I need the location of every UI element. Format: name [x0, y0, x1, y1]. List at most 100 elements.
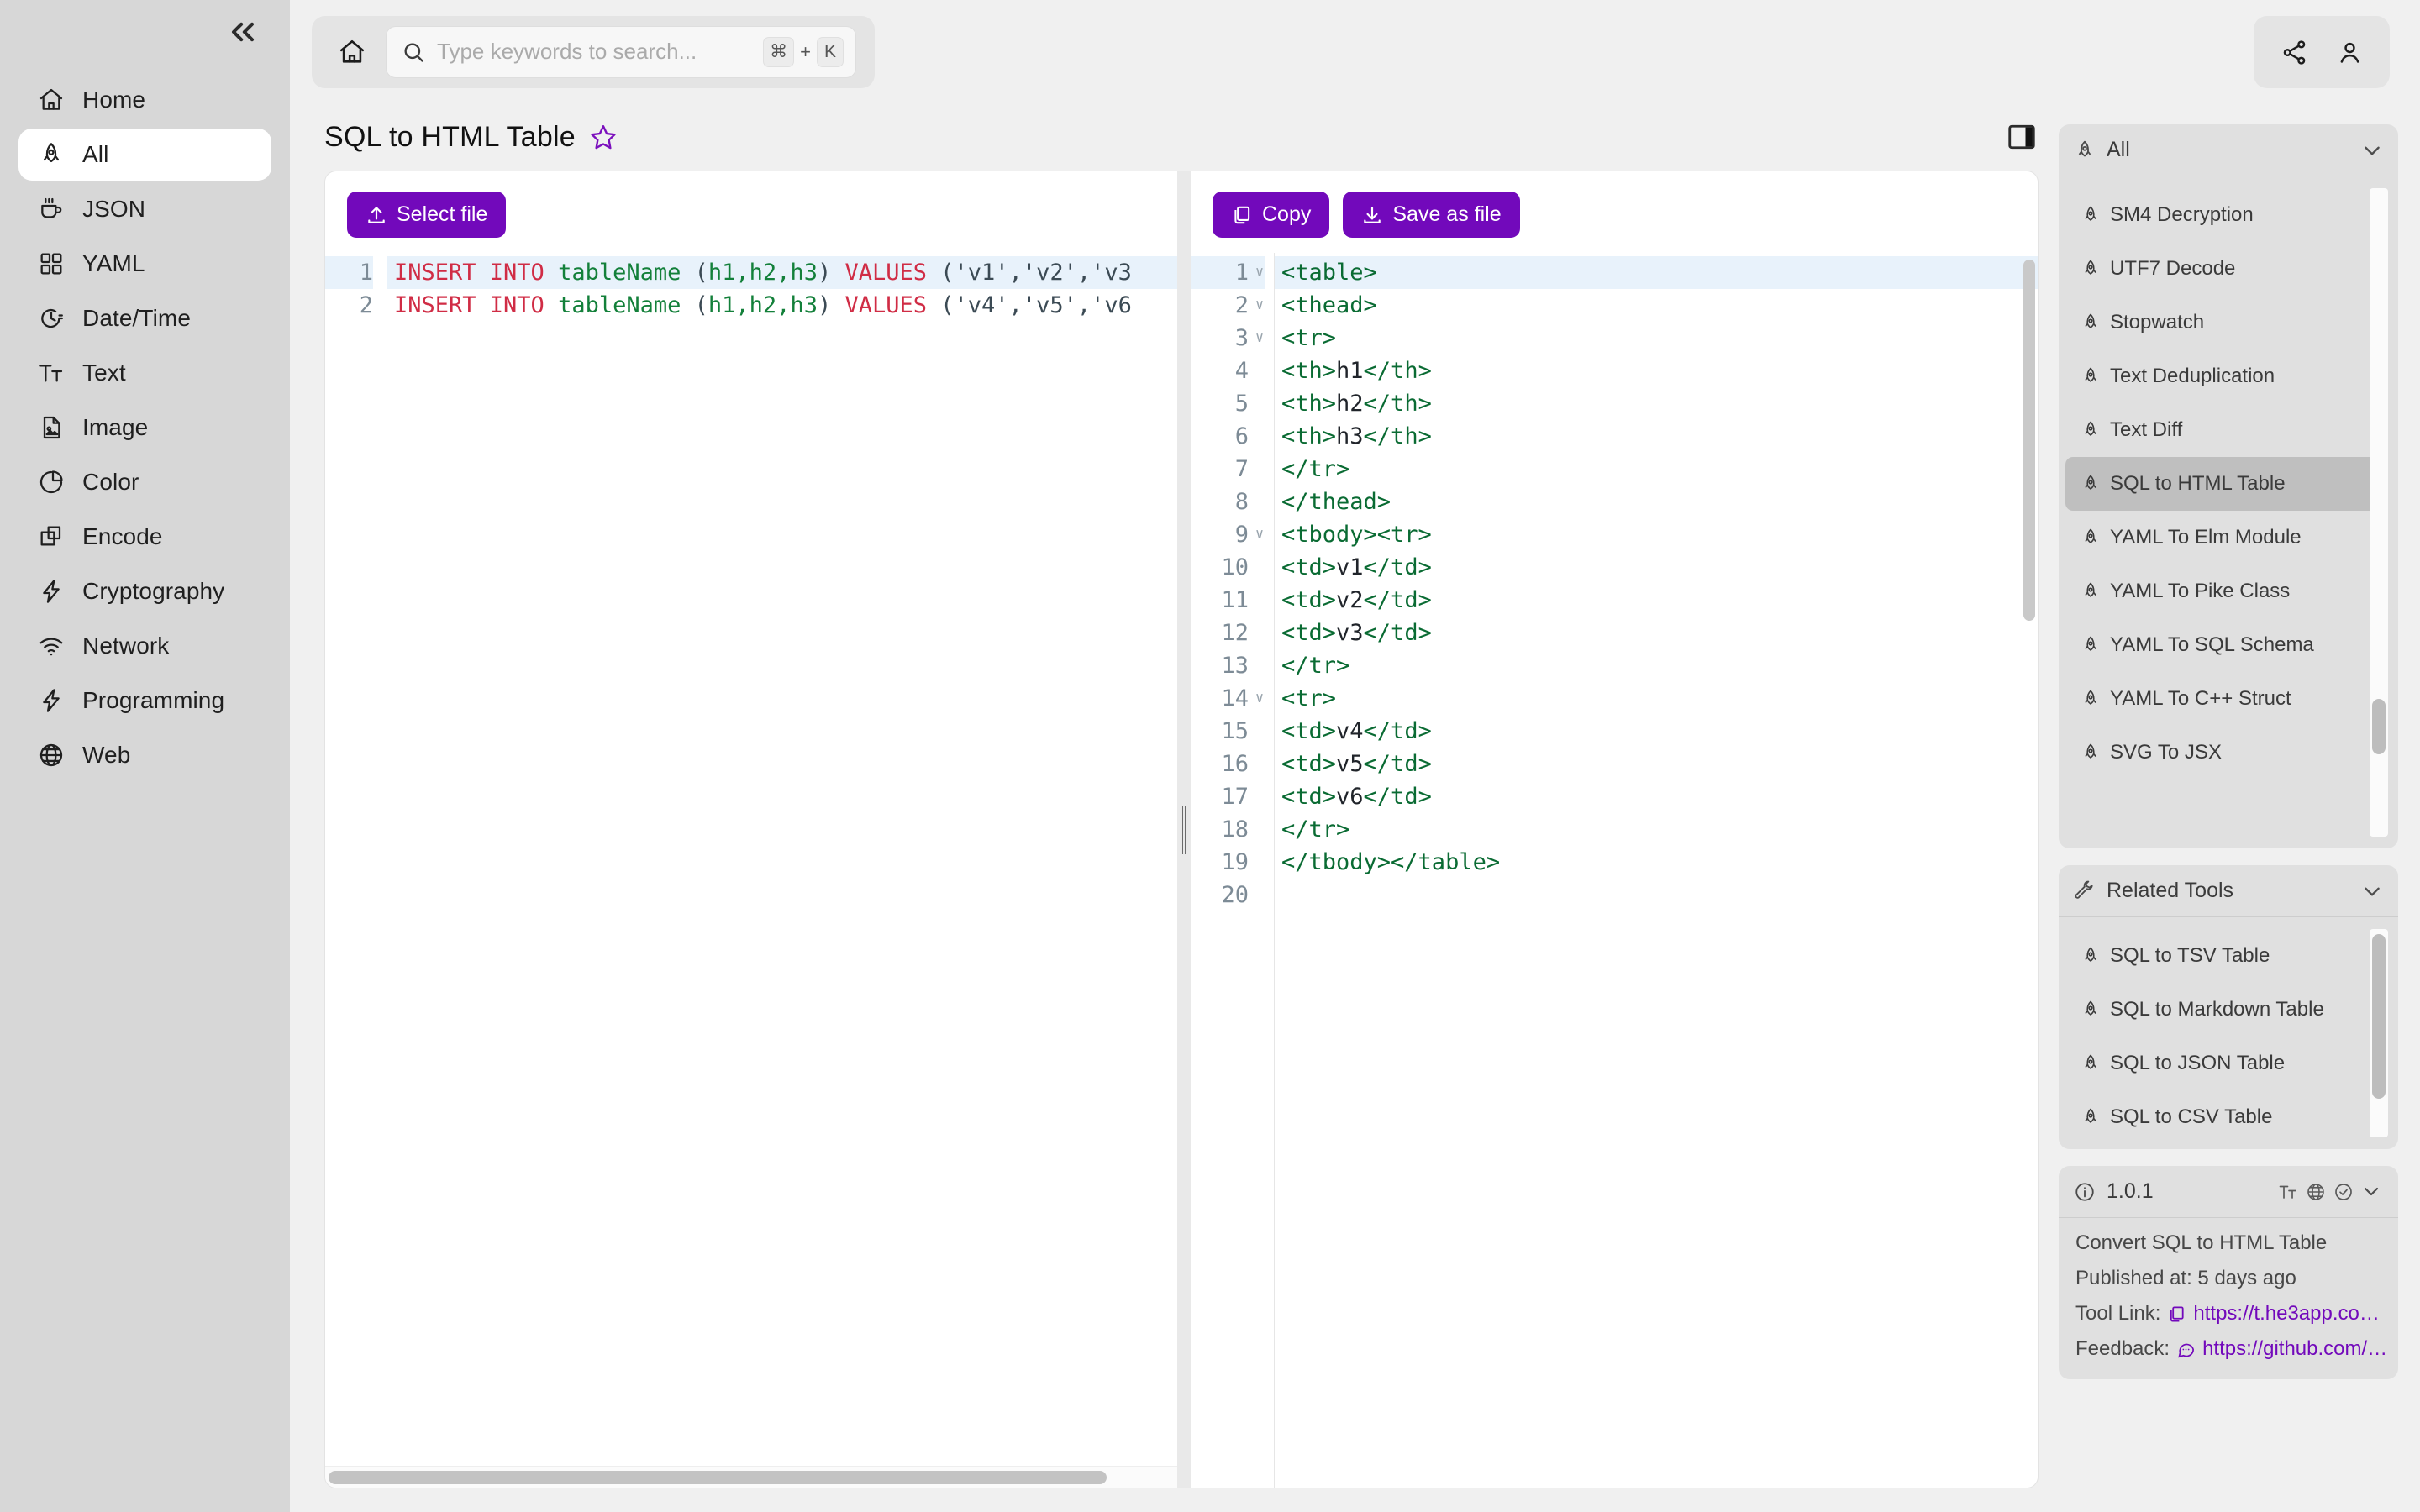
code-line[interactable]: <th>h1</th>	[1281, 354, 2038, 387]
share-button[interactable]	[2272, 30, 2316, 74]
all-tools-scrollbar[interactable]	[2370, 188, 2388, 837]
search-box[interactable]: ⌘ + K	[386, 25, 856, 78]
tool-list-item[interactable]: YAML To Pike Class	[2065, 564, 2383, 618]
search-input[interactable]	[437, 39, 752, 65]
save-as-file-label: Save as file	[1392, 202, 1502, 226]
tool-list-item[interactable]: Stopwatch	[2065, 296, 2383, 349]
all-tools-panel-header[interactable]: All	[2059, 124, 2398, 176]
sidebar-item-color[interactable]: Color	[18, 456, 271, 508]
chevron-down-icon[interactable]	[2361, 1181, 2383, 1203]
output-vertical-scrollbar[interactable]	[2023, 260, 2035, 1452]
input-code-lines[interactable]: INSERT INTO tableName (h1,h2,h3) VALUES …	[387, 253, 1177, 1466]
sidebar-item-encode[interactable]: Encode	[18, 511, 271, 563]
output-code-area[interactable]: 1 ∨ 2 ∨ 3 ∨ 4 5 6 7 8 9 ∨ 10 11 12 13 14 ∨ 15 16 17 18 19 20 <ta…	[1191, 253, 2038, 1488]
line-number-text: 18	[1221, 816, 1249, 843]
code-line[interactable]: </tr>	[1281, 813, 2038, 846]
code-line[interactable]: </thead>	[1281, 486, 2038, 518]
code-line[interactable]: <tbody><tr>	[1281, 518, 2038, 551]
code-line[interactable]: INSERT INTO tableName (h1,h2,h3) VALUES …	[387, 256, 1177, 289]
fold-chevron-icon[interactable]: ∨	[1254, 682, 1265, 715]
tool-list-item[interactable]: YAML To SQL Schema	[2065, 618, 2383, 672]
code-line[interactable]: </tr>	[1281, 453, 2038, 486]
tool-list-item[interactable]: SQL to JSON Table	[2065, 1037, 2383, 1090]
sidebar-collapse-button[interactable]	[224, 15, 261, 49]
check-circle-icon[interactable]	[2333, 1182, 2354, 1202]
code-token: <td>	[1281, 587, 1337, 613]
code-line[interactable]: <tr>	[1281, 322, 2038, 354]
tool-list-item[interactable]: Text Diff	[2065, 403, 2383, 457]
tool-list-item[interactable]: SM4 Decryption	[2065, 188, 2383, 242]
all-tools-scroll-thumb[interactable]	[2372, 699, 2386, 754]
sidebar-item-yaml[interactable]: YAML	[18, 238, 271, 290]
sidebar-item-programming[interactable]: Programming	[18, 675, 271, 727]
globe-icon[interactable]	[2306, 1182, 2326, 1202]
code-line[interactable]: <td>v4</td>	[1281, 715, 2038, 748]
sidebar-item-label: Color	[82, 469, 139, 495]
code-line[interactable]: <td>v2</td>	[1281, 584, 2038, 617]
input-code-area[interactable]: 12 INSERT INTO tableName (h1,h2,h3) VALU…	[325, 253, 1177, 1466]
tool-list-item[interactable]: UTF7 Decode	[2065, 242, 2383, 296]
feedback-link[interactable]: https://github.com/…	[2176, 1337, 2387, 1361]
kbd-letter: K	[817, 36, 844, 67]
account-button[interactable]	[2328, 30, 2371, 74]
tool-list-item[interactable]: Text Deduplication	[2065, 349, 2383, 403]
copy-button[interactable]: Copy	[1213, 192, 1330, 238]
fold-chevron-icon[interactable]: ∨	[1254, 518, 1265, 551]
sidebar-item-web[interactable]: Web	[18, 729, 271, 781]
input-horizontal-scrollbar[interactable]	[325, 1466, 1177, 1488]
code-token: <tr>	[1281, 325, 1337, 351]
code-line[interactable]: <td>v1</td>	[1281, 551, 2038, 584]
sidebar-item-date-time[interactable]: Date/Time	[18, 292, 271, 344]
pane-resize-handle[interactable]	[1177, 171, 1191, 1488]
tool-list-item[interactable]: YAML To Elm Module	[2065, 511, 2383, 564]
save-as-file-button[interactable]: Save as file	[1343, 192, 1520, 238]
code-line[interactable]: <tr>	[1281, 682, 2038, 715]
code-line[interactable]: <th>h2</th>	[1281, 387, 2038, 420]
code-line[interactable]	[1281, 879, 2038, 911]
related-tools-scroll-thumb[interactable]	[2372, 934, 2386, 1099]
related-tools-panel-header[interactable]: Related Tools	[2059, 865, 2398, 917]
sidebar-item-image[interactable]: Image	[18, 402, 271, 454]
fold-chevron-icon[interactable]: ∨	[1254, 256, 1265, 289]
select-file-button[interactable]: Select file	[347, 192, 507, 238]
code-token: tableName	[558, 292, 695, 318]
code-line[interactable]: <table>	[1275, 256, 2038, 289]
tool-list-item[interactable]: SVG To JSX	[2065, 726, 2383, 780]
output-code-lines[interactable]: <table> <thead> <tr> <th>h1</th> <th>h2</th>…	[1275, 253, 2038, 1488]
sidebar-item-json[interactable]: JSON	[18, 183, 271, 235]
tool-list-item[interactable]: YAML To C++ Struct	[2065, 672, 2383, 726]
input-hscroll-thumb[interactable]	[329, 1470, 1107, 1484]
chevron-down-icon[interactable]	[2361, 139, 2383, 161]
sidebar-nav: Home All JSON YAML Date/Time Text Image Color En…	[0, 74, 290, 781]
code-line[interactable]: <td>v5</td>	[1281, 748, 2038, 780]
tool-link[interactable]: https://t.he3app.co…	[2167, 1302, 2380, 1326]
code-line[interactable]: <th>h3</th>	[1281, 420, 2038, 453]
sidebar-item-network[interactable]: Network	[18, 620, 271, 672]
tool-list-item[interactable]: SQL to CSV Table	[2065, 1090, 2383, 1144]
star-icon[interactable]	[589, 123, 618, 151]
sidebar-item-all[interactable]: All	[18, 129, 271, 181]
text-format-icon[interactable]	[2278, 1182, 2298, 1202]
related-tools-scrollbar[interactable]	[2370, 929, 2388, 1137]
output-vscroll-thumb[interactable]	[2023, 260, 2035, 621]
code-line[interactable]: </tbody></table>	[1281, 846, 2038, 879]
code-line[interactable]: <td>v6</td>	[1281, 780, 2038, 813]
tool-list-item[interactable]: SQL to HTML Table	[2065, 457, 2383, 511]
tool-info-panel-header[interactable]: 1.0.1	[2059, 1166, 2398, 1218]
code-line[interactable]: <td>v3</td>	[1281, 617, 2038, 649]
chevron-down-icon[interactable]	[2361, 880, 2383, 902]
sidebar-item-text[interactable]: Text	[18, 347, 271, 399]
code-line[interactable]: </tr>	[1281, 649, 2038, 682]
tool-list-item[interactable]: SQL to TSV Table	[2065, 929, 2383, 983]
code-line[interactable]: INSERT INTO tableName (h1,h2,h3) VALUES …	[394, 289, 1177, 322]
fold-chevron-icon[interactable]: ∨	[1254, 322, 1265, 354]
left-sidebar: Home All JSON YAML Date/Time Text Image Color En…	[0, 0, 290, 1512]
fold-chevron-icon[interactable]: ∨	[1254, 289, 1265, 322]
home-button[interactable]	[330, 30, 374, 74]
code-line[interactable]: <thead>	[1281, 289, 2038, 322]
tool-list-item[interactable]: SQL to Markdown Table	[2065, 983, 2383, 1037]
sidebar-item-cryptography[interactable]: Cryptography	[18, 565, 271, 617]
tool-list-item[interactable]: HTML to SQL	[2065, 1144, 2383, 1149]
panel-right-toggle-button[interactable]	[2007, 122, 2037, 152]
sidebar-item-home[interactable]: Home	[18, 74, 271, 126]
